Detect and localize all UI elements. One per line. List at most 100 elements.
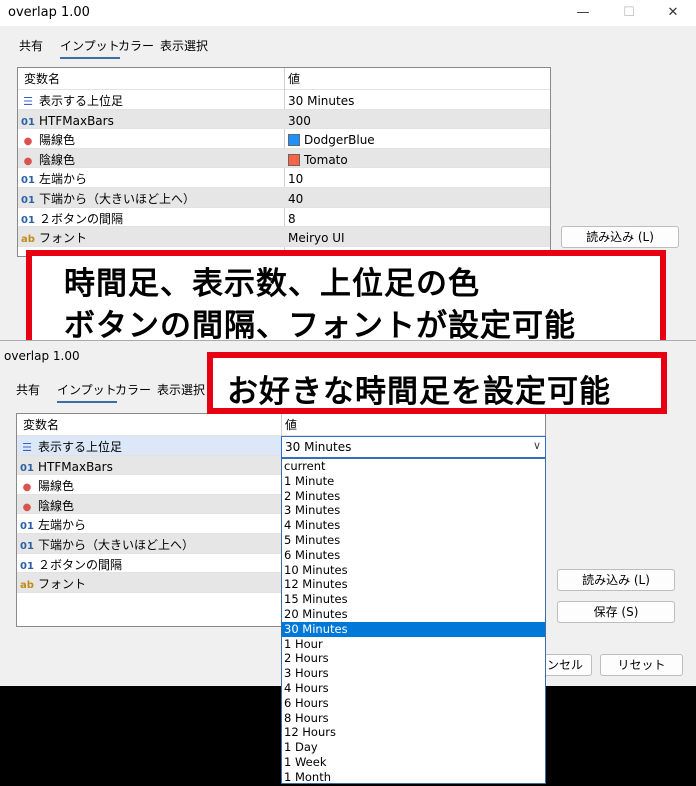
param-label: 下端から（大きいほど上へ） bbox=[38, 538, 195, 552]
tab-bar: 共有 インプット カラー 表示選択 bbox=[0, 37, 696, 61]
param-label: 下端から（大きいほど上へ） bbox=[39, 192, 196, 206]
annotation-callout-features: 時間足、表示数、上位足の色 ボタンの間隔、フォントが設定可能 bbox=[26, 250, 666, 346]
param-value[interactable]: 10 bbox=[288, 170, 303, 188]
param-value[interactable]: DodgerBlue bbox=[288, 131, 375, 149]
dropdown-option[interactable]: 3 Minutes bbox=[282, 503, 545, 518]
param-value[interactable]: 300 bbox=[288, 112, 311, 130]
header-name: 変数名 bbox=[23, 418, 60, 432]
param-value[interactable]: 30 Minutes bbox=[288, 92, 354, 110]
load-button[interactable]: 読み込み (L) bbox=[557, 569, 675, 591]
dropdown-option[interactable]: 4 Minutes bbox=[282, 518, 545, 533]
param-value-text: 300 bbox=[288, 113, 311, 128]
param-label: フォント bbox=[38, 577, 87, 592]
param-value[interactable]: Meiryo UI bbox=[288, 229, 345, 247]
minimize-button[interactable]: — bbox=[560, 2, 606, 24]
param-name: ☰ 表示する上位足 bbox=[20, 438, 122, 456]
maximize-button[interactable]: ☐ bbox=[606, 2, 652, 24]
color-swatch bbox=[288, 153, 300, 166]
dropdown-option[interactable]: 30 Minutes bbox=[282, 621, 545, 637]
param-value[interactable]: 8 bbox=[288, 210, 296, 228]
dropdown-option[interactable]: 6 Hours bbox=[282, 696, 545, 711]
param-value-text: DodgerBlue bbox=[304, 133, 375, 148]
dropdown-option[interactable]: current bbox=[282, 459, 545, 474]
param-value[interactable]: Tomato bbox=[288, 151, 348, 169]
param-label: 表示する上位足 bbox=[38, 440, 123, 454]
dropdown-option[interactable]: 20 Minutes bbox=[282, 607, 545, 622]
dropdown-option[interactable]: 2 Minutes bbox=[282, 489, 545, 504]
combobox-value: 30 Minutes bbox=[285, 440, 352, 454]
param-value-text: 40 bbox=[288, 192, 304, 206]
param-label: HTFMaxBars bbox=[39, 113, 114, 128]
param-name: ab フォント bbox=[21, 229, 87, 247]
tab-colors[interactable]: カラー bbox=[115, 381, 151, 401]
annotation-callout-timeframe: お好きな時間足を設定可能 bbox=[207, 352, 667, 414]
title-bar: overlap 1.00 — ☐ ✕ bbox=[0, 0, 696, 26]
reset-button[interactable]: リセット bbox=[600, 654, 683, 676]
header-value: 値 bbox=[285, 418, 298, 432]
dropdown-option[interactable]: 1 Hour bbox=[282, 637, 545, 652]
dropdown-option[interactable]: 10 Minutes bbox=[282, 563, 545, 578]
annotation-line-1: 時間足、表示数、上位足の色 bbox=[64, 266, 480, 302]
cancel-button[interactable]: ンセル bbox=[538, 654, 592, 676]
dropdown-option[interactable]: 4 Hours bbox=[282, 681, 545, 696]
dropdown-option[interactable]: 1 Month bbox=[282, 770, 545, 785]
param-name: 01 下端から（大きいほど上へ） bbox=[21, 190, 195, 208]
tab-visibility[interactable]: 表示選択 bbox=[157, 381, 205, 401]
tab-colors[interactable]: カラー bbox=[118, 37, 154, 57]
param-name: 01 ２ボタンの間隔 bbox=[20, 556, 122, 574]
table-row[interactable]: ● 陰線色 Tomato bbox=[18, 148, 550, 169]
dropdown-option[interactable]: 1 Day bbox=[282, 740, 545, 755]
dropdown-option[interactable]: 15 Minutes bbox=[282, 592, 545, 607]
tab-inputs[interactable]: インプット bbox=[57, 381, 117, 403]
param-label: 左端から bbox=[39, 172, 88, 187]
enum-icon: ☰ bbox=[23, 95, 33, 108]
dropdown-option[interactable]: 12 Minutes bbox=[282, 577, 545, 592]
param-name: ● 陽線色 bbox=[21, 131, 75, 149]
dropdown-option[interactable]: 8 Hours bbox=[282, 711, 545, 726]
dropdown-option[interactable]: 5 Minutes bbox=[282, 533, 545, 548]
param-name: ● 陰線色 bbox=[20, 497, 74, 515]
tab-inputs[interactable]: インプット bbox=[60, 37, 120, 59]
param-value-text: Tomato bbox=[304, 152, 348, 167]
param-name: 01 下端から（大きいほど上へ） bbox=[20, 536, 194, 554]
dropdown-option[interactable]: 2 Hours bbox=[282, 651, 545, 666]
tab-common[interactable]: 共有 bbox=[19, 37, 43, 57]
timeframe-dropdown-list: current 1 Minute 2 Minutes 3 Minutes 4 Minut… bbox=[281, 458, 546, 784]
param-label: 左端から bbox=[38, 518, 87, 533]
table-row[interactable]: 01 ２ボタンの間隔 8 bbox=[18, 208, 550, 228]
dropdown-option[interactable]: 1 Week bbox=[282, 755, 545, 770]
dropdown-option[interactable]: 6 Minutes bbox=[282, 548, 545, 563]
param-label: HTFMaxBars bbox=[38, 459, 113, 474]
tab-visibility[interactable]: 表示選択 bbox=[160, 37, 208, 57]
param-value-text: 10 bbox=[288, 172, 304, 187]
param-label: 表示する上位足 bbox=[39, 94, 124, 108]
table-row[interactable]: 01 HTFMaxBars 300 bbox=[18, 109, 550, 130]
dropdown-option[interactable]: 3 Hours bbox=[282, 666, 545, 681]
table-row[interactable]: ab フォント Meiryo UI bbox=[18, 227, 550, 247]
table-row[interactable]: 01 下端から（大きいほど上へ） 40 bbox=[18, 188, 550, 208]
window-title: overlap 1.00 bbox=[4, 349, 80, 363]
string-icon: ab bbox=[20, 580, 34, 592]
parameters-table: 変数名値 ☰ 表示する上位足 30 Minutes 01 HTFMaxBars 300 ● 陽線… bbox=[17, 67, 551, 257]
save-button[interactable]: 保存 (S) bbox=[557, 601, 675, 623]
tab-common[interactable]: 共有 bbox=[16, 381, 40, 401]
timeframe-combobox[interactable]: 30 Minutes ∨ bbox=[281, 436, 546, 458]
chevron-down-icon[interactable]: ∨ bbox=[533, 439, 541, 452]
table-row[interactable]: ☰ 表示する上位足 30 Minutes bbox=[18, 90, 550, 110]
table-row[interactable]: 01 左端から 10 bbox=[18, 168, 550, 188]
load-button[interactable]: 読み込み (L) bbox=[561, 226, 679, 248]
param-value[interactable]: 40 bbox=[288, 190, 303, 208]
param-value-text: Meiryo UI bbox=[288, 231, 345, 246]
annotation-line-3: お好きな時間足を設定可能 bbox=[227, 374, 611, 410]
param-name: 01 HTFMaxBars bbox=[20, 458, 113, 476]
dropdown-option[interactable]: 12 Hours bbox=[282, 725, 545, 740]
dropdown-option[interactable]: 1 Minute bbox=[282, 474, 545, 489]
close-button[interactable]: ✕ bbox=[650, 2, 696, 24]
table-row[interactable]: ● 陽線色 DodgerBlue bbox=[18, 129, 550, 149]
param-value-text: 8 bbox=[288, 211, 296, 226]
param-label: 陽線色 bbox=[38, 479, 75, 494]
color-swatch bbox=[288, 134, 300, 147]
param-name: ☰ 表示する上位足 bbox=[21, 92, 123, 110]
param-label: ２ボタンの間隔 bbox=[38, 557, 123, 572]
param-label: 陽線色 bbox=[39, 133, 76, 148]
